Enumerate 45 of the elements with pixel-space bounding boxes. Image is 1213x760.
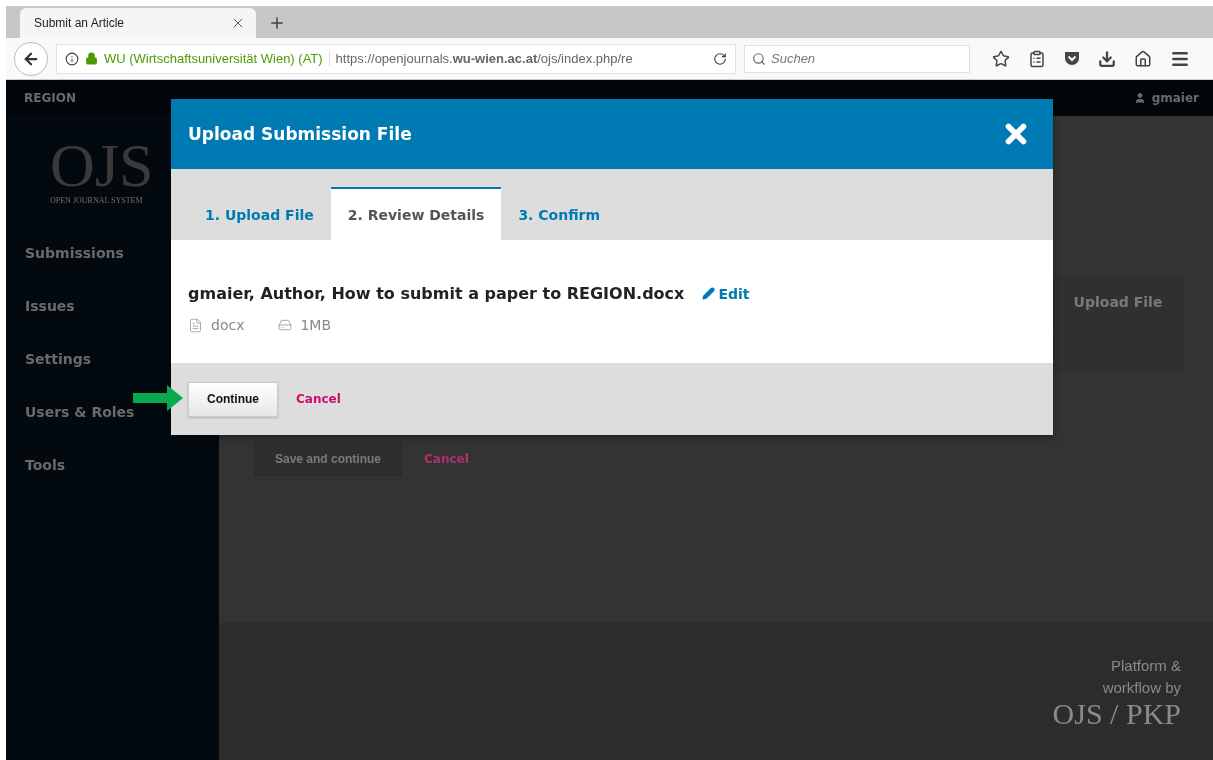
- pencil-icon: [702, 287, 716, 300]
- continue-button[interactable]: Continue: [188, 381, 278, 417]
- edit-link[interactable]: Edit: [702, 285, 750, 302]
- file-name: gmaier, Author, How to submit a paper to REGION.docx: [188, 284, 685, 303]
- file-type: docx: [211, 317, 245, 333]
- site-identity: WU (Wirtschaftsuniversität Wien) (AT): [104, 51, 330, 66]
- pointer-arrow-icon: [133, 385, 183, 411]
- home-icon[interactable]: [1134, 49, 1152, 68]
- info-icon[interactable]: [65, 51, 79, 66]
- sidebar-item[interactable]: Submissions: [6, 226, 124, 279]
- tab-title: Submit an Article: [34, 16, 125, 30]
- address-bar[interactable]: WU (Wirtschaftsuniversität Wien) (AT) https://openjournals.wu-wien.ac.at/ojs/index.php/re: [56, 43, 736, 74]
- back-button[interactable]: [14, 41, 48, 76]
- logo-text: OJS: [50, 134, 154, 196]
- step-tab[interactable]: 1. Upload File: [188, 187, 331, 240]
- search-field[interactable]: Suchen: [744, 44, 970, 73]
- pocket-icon[interactable]: [1064, 51, 1080, 66]
- drive-icon: [278, 318, 293, 332]
- sidebar-item[interactable]: Tools: [6, 438, 66, 491]
- document-icon: [188, 317, 203, 333]
- lock-icon: [85, 52, 98, 65]
- step-tab[interactable]: 2. Review Details: [330, 187, 502, 240]
- cancel-link[interactable]: Cancel: [296, 392, 341, 406]
- browser-tab[interactable]: Submit an Article: [20, 8, 256, 38]
- footer-logo[interactable]: OJS / PKP: [1052, 699, 1181, 729]
- logo-subtitle: OPEN JOURNAL SYSTEM: [50, 196, 143, 205]
- sidebar-item[interactable]: Settings: [6, 332, 92, 385]
- reload-icon[interactable]: [713, 51, 727, 66]
- panel-title: Upload File: [1055, 276, 1181, 329]
- url-text: https://openjournals.wu-wien.ac.at/ojs/index.php/re: [335, 51, 634, 66]
- clipboard-icon[interactable]: [1028, 49, 1046, 68]
- download-icon[interactable]: [1098, 49, 1116, 68]
- user-icon: [1133, 92, 1146, 104]
- journal-name[interactable]: REGION: [24, 91, 76, 105]
- sidebar-item[interactable]: Issues: [6, 279, 75, 332]
- cancel-link[interactable]: Cancel: [424, 451, 469, 466]
- search-icon: [752, 51, 766, 66]
- footer-text: Platform & workflow by: [1101, 656, 1181, 698]
- save-button[interactable]: Save and continue: [254, 441, 403, 476]
- file-size: 1MB: [300, 317, 332, 333]
- sidebar-item[interactable]: Users & Roles: [6, 385, 135, 438]
- user-menu[interactable]: gmaier: [1133, 91, 1199, 105]
- step-tab[interactable]: 3. Confirm: [501, 187, 618, 240]
- dialog-title: Upload Submission File: [188, 124, 412, 144]
- star-icon[interactable]: [992, 49, 1010, 68]
